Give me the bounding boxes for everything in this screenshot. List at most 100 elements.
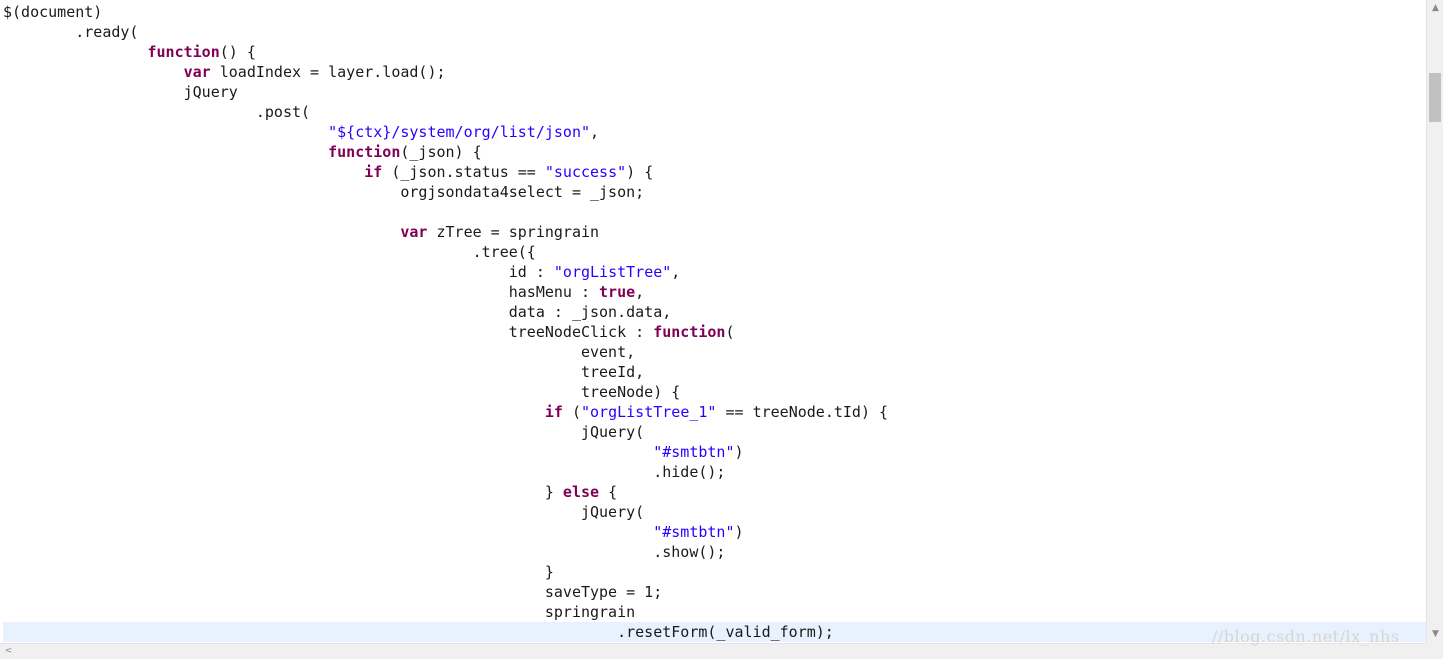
code-line[interactable]: .tree({ [3, 242, 1426, 262]
code-line[interactable]: } else { [3, 482, 1426, 502]
code-line[interactable]: var zTree = springrain [3, 222, 1426, 242]
code-line[interactable]: .post( [3, 102, 1426, 122]
code-line[interactable]: saveType = 1; [3, 582, 1426, 602]
code-line[interactable]: springrain [3, 602, 1426, 622]
code-line[interactable]: event, [3, 342, 1426, 362]
code-text: (_json) { [400, 143, 482, 161]
code-text: treeId, [3, 363, 645, 381]
code-keyword: var [183, 63, 211, 81]
code-line[interactable]: jQuery( [3, 502, 1426, 522]
code-text: == treeNode.tId) { [716, 403, 889, 421]
scroll-up-arrow-icon[interactable]: ▲ [1427, 0, 1443, 17]
code-line[interactable]: orgjsondata4select = _json; [3, 182, 1426, 202]
code-line[interactable]: treeNodeClick : function( [3, 322, 1426, 342]
code-line[interactable]: .show(); [3, 542, 1426, 562]
code-string: "#smtbtn" [653, 523, 735, 541]
code-keyword: function [328, 143, 401, 161]
code-line[interactable]: "${ctx}/system/org/list/json", [3, 122, 1426, 142]
code-string: "${ctx}/system/org/list/json" [328, 123, 591, 141]
code-line[interactable] [3, 202, 1426, 222]
code-text: .show(); [3, 543, 726, 561]
code-line[interactable]: jQuery( [3, 422, 1426, 442]
code-text: , [590, 123, 600, 141]
code-text: .post( [3, 103, 311, 121]
code-line[interactable]: .hide(); [3, 462, 1426, 482]
code-text: (_json.status == [382, 163, 545, 181]
code-keyword: true [599, 283, 636, 301]
vertical-scroll-thumb[interactable] [1429, 73, 1441, 122]
code-text: } [3, 483, 563, 501]
code-text: ( [562, 403, 581, 421]
code-keyword: var [400, 223, 428, 241]
code-line[interactable]: } [3, 562, 1426, 582]
code-line[interactable]: hasMenu : true, [3, 282, 1426, 302]
code-text: .ready( [3, 23, 139, 41]
code-keyword: else [562, 483, 600, 501]
scrollbar-corner [1426, 643, 1443, 659]
vertical-scrollbar[interactable]: ▲ ▼ [1426, 0, 1443, 643]
code-line[interactable]: data : _json.data, [3, 302, 1426, 322]
code-keyword: if [364, 163, 383, 181]
code-text: ) { [626, 163, 654, 181]
code-text: hasMenu : [3, 283, 600, 301]
code-line[interactable]: function(_json) { [3, 142, 1426, 162]
code-line[interactable]: function() { [3, 42, 1426, 62]
watermark-text: //blog.csdn.net/lx_nhs [1212, 627, 1400, 646]
code-line[interactable]: if ("orgListTree_1" == treeNode.tId) { [3, 402, 1426, 422]
code-text: springrain [3, 603, 636, 621]
code-text: zTree = springrain [427, 223, 600, 241]
code-keyword: function [653, 323, 726, 341]
code-line[interactable]: "#smtbtn") [3, 522, 1426, 542]
code-line[interactable]: id : "orgListTree", [3, 262, 1426, 282]
code-text: $(document) [3, 3, 103, 21]
code-text: , [671, 263, 681, 281]
code-text: , [635, 283, 645, 301]
code-line[interactable]: jQuery [3, 82, 1426, 102]
code-text: data : _json.data, [3, 303, 672, 321]
code-line[interactable]: treeNode) { [3, 382, 1426, 402]
code-string: "#smtbtn" [653, 443, 735, 461]
code-text: saveType = 1; [3, 583, 663, 601]
code-line[interactable]: "#smtbtn") [3, 442, 1426, 462]
code-text: .hide(); [3, 463, 726, 481]
code-text: } [3, 563, 554, 581]
code-string: "orgListTree" [553, 263, 672, 281]
code-string: "success" [544, 163, 627, 181]
code-text: event, [3, 343, 636, 361]
code-line[interactable]: if (_json.status == "success") { [3, 162, 1426, 182]
code-editor[interactable]: $(document) .ready( function() { var loa… [0, 0, 1426, 643]
code-text: id : [3, 263, 554, 281]
scroll-left-chevron-icon[interactable]: < [0, 644, 17, 660]
code-text: .tree({ [3, 243, 536, 261]
code-text: orgjsondata4select = _json; [3, 183, 645, 201]
code-text: () { [219, 43, 256, 61]
code-line[interactable]: treeId, [3, 362, 1426, 382]
code-text: jQuery [3, 83, 238, 101]
code-keyword: function [147, 43, 220, 61]
code-string: "orgListTree_1" [580, 403, 717, 421]
code-text: ) [734, 523, 744, 541]
code-line[interactable]: $(document) [3, 2, 1426, 22]
code-text: { [599, 483, 618, 501]
code-text: .resetForm(_valid_form); [3, 623, 834, 641]
scroll-down-arrow-icon[interactable]: ▼ [1427, 626, 1443, 643]
code-text: treeNode) { [3, 383, 681, 401]
code-line[interactable]: var loadIndex = layer.load(); [3, 62, 1426, 82]
code-keyword: if [544, 403, 563, 421]
code-line[interactable]: .ready( [3, 22, 1426, 42]
code-text: jQuery( [3, 503, 645, 521]
code-text: loadIndex = layer.load(); [210, 63, 446, 81]
code-text: ( [725, 323, 735, 341]
code-text: treeNodeClick : [3, 323, 654, 341]
code-text: ) [734, 443, 744, 461]
code-text: jQuery( [3, 423, 645, 441]
